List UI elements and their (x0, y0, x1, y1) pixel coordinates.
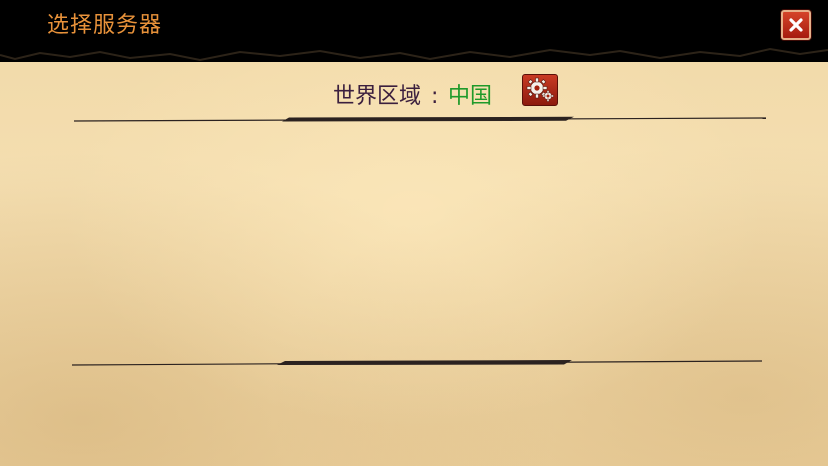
world-region-label: 世界区域 (333, 84, 422, 109)
close-icon (789, 18, 803, 32)
gear-icon (526, 77, 554, 102)
world-region-value: 中国 (448, 84, 493, 109)
page-title: 选择服务器 (47, 13, 163, 38)
world-region-row: 世界区域 : 中国 (0, 78, 828, 114)
server-select-screen: 选择服务器 世界区域 : 中国 (0, 0, 828, 466)
bottom-divider (72, 360, 762, 366)
top-divider (74, 116, 766, 122)
header-torn-edge (0, 40, 828, 62)
close-button[interactable] (781, 10, 811, 40)
world-region-separator: : (431, 84, 439, 109)
region-settings-button[interactable] (522, 74, 558, 106)
